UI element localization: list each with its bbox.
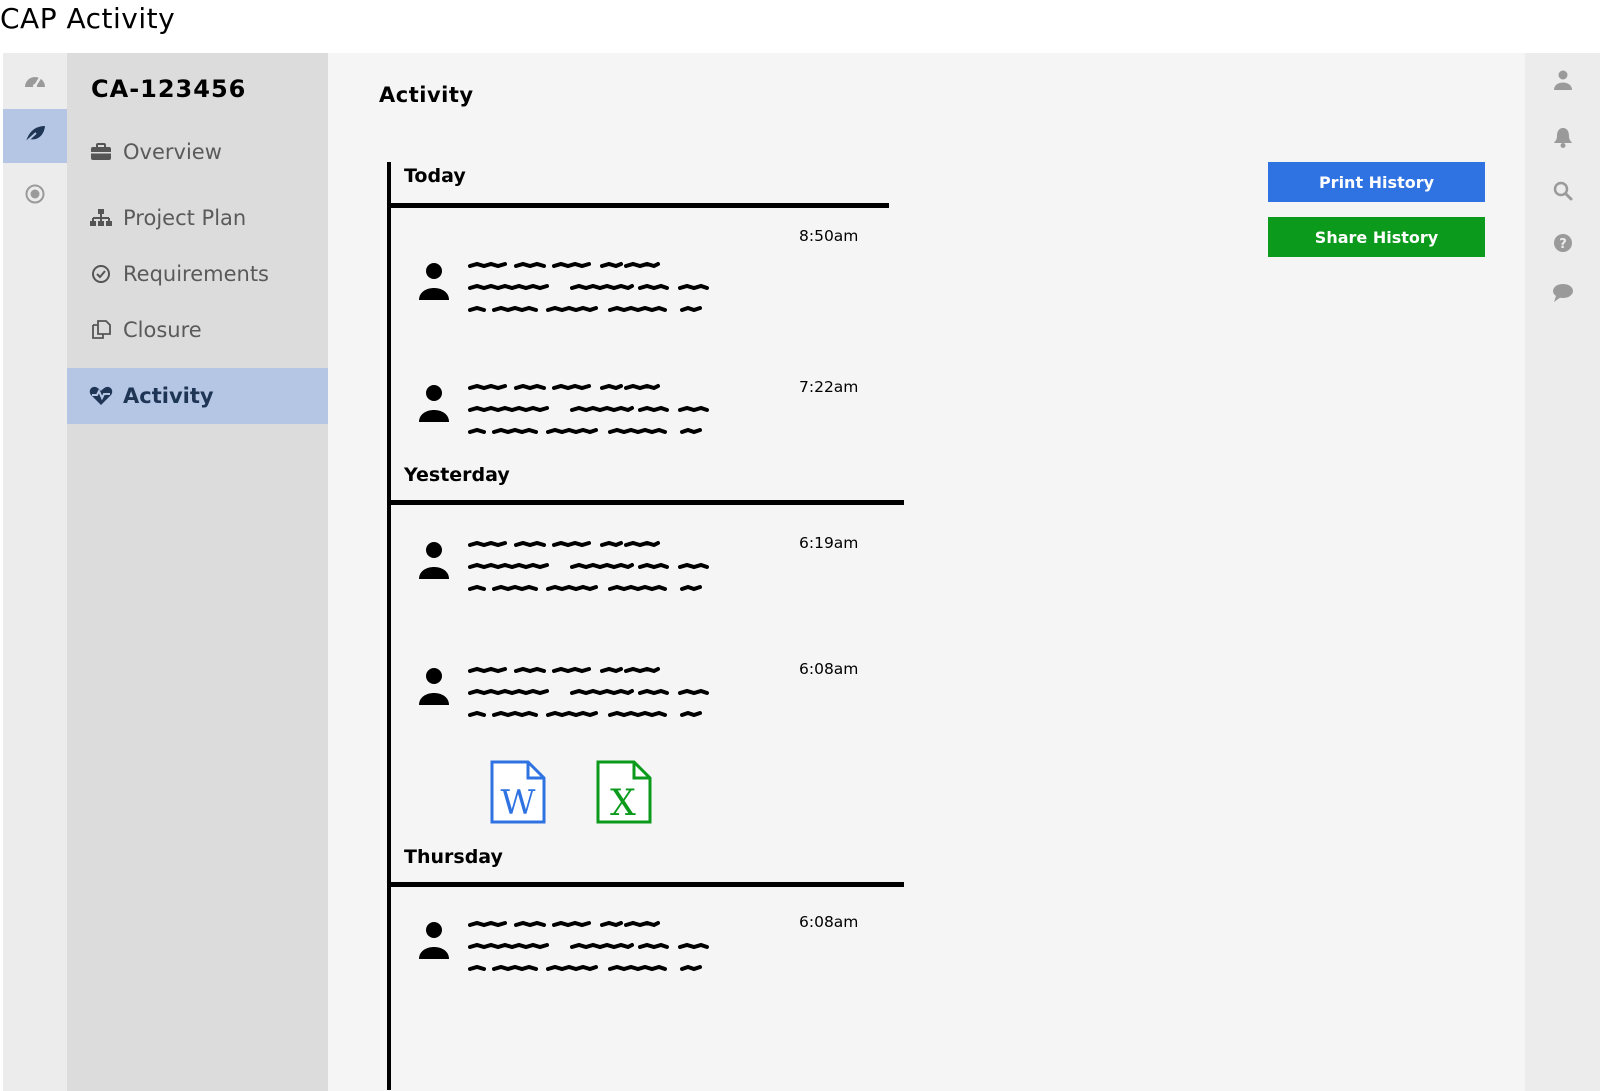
activity-description <box>468 541 709 591</box>
dashboard-icon <box>23 70 47 95</box>
day-label-thursday: Thursday <box>404 846 503 868</box>
activity-entry: 8:50am <box>418 227 888 342</box>
activity-description <box>468 667 709 717</box>
briefcase-icon <box>89 143 113 161</box>
copy-icon <box>89 320 113 340</box>
page-title: Activity <box>379 83 474 107</box>
svg-text:X: X <box>610 783 636 824</box>
nav-item-project-plan[interactable]: Project Plan <box>67 190 328 246</box>
excel-file-icon[interactable]: X <box>596 760 652 824</box>
activity-description <box>468 921 709 971</box>
help-icon[interactable]: ? <box>1525 233 1600 253</box>
sitemap-icon <box>89 209 113 227</box>
heartbeat-icon <box>89 386 113 406</box>
user-avatar-icon <box>419 922 449 959</box>
word-file-icon[interactable]: W <box>490 760 546 824</box>
activity-description <box>468 262 709 312</box>
user-avatar-icon <box>419 542 449 579</box>
activity-entry: 6:08am <box>418 913 888 1001</box>
rail-item-dashboard[interactable] <box>3 55 67 109</box>
nav-label-overview: Overview <box>123 140 222 164</box>
user-avatar-icon <box>419 263 449 300</box>
nav-item-closure[interactable]: Closure <box>67 302 328 358</box>
utility-rail: ? <box>1525 53 1600 1091</box>
bell-icon[interactable] <box>1525 126 1600 148</box>
day-divider <box>389 500 904 505</box>
print-history-button[interactable]: Print History <box>1268 162 1485 202</box>
activity-time: 6:08am <box>799 913 859 931</box>
user-icon[interactable] <box>1525 70 1600 90</box>
chat-icon[interactable] <box>1525 283 1600 303</box>
activity-time: 7:22am <box>799 378 859 396</box>
nav-label-closure: Closure <box>123 318 202 342</box>
activity-entry: 6:08am <box>418 660 888 747</box>
case-id: CA-123456 <box>91 75 247 103</box>
nav-item-overview[interactable]: Overview <box>67 124 328 180</box>
svg-text:?: ? <box>1559 237 1567 252</box>
activity-entry: 7:22am <box>418 378 888 464</box>
day-divider <box>389 882 904 887</box>
leaf-icon <box>23 124 47 149</box>
nav-item-requirements[interactable]: Requirements <box>67 246 328 302</box>
activity-time: 6:08am <box>799 660 859 678</box>
nav-item-activity[interactable]: Activity <box>67 368 328 424</box>
activity-entry: 6:19am <box>418 534 888 621</box>
rail-item-target[interactable] <box>3 169 67 223</box>
nav-label-project-plan: Project Plan <box>123 206 247 230</box>
user-avatar-icon <box>419 385 449 422</box>
activity-time: 8:50am <box>799 227 859 245</box>
icon-rail <box>3 53 67 1091</box>
project-nav: CA-123456 Overview Project Plan Requirem… <box>67 53 328 1091</box>
day-label-yesterday: Yesterday <box>404 464 510 486</box>
activity-time: 6:19am <box>799 534 859 552</box>
app-title: CAP Activity <box>0 2 176 35</box>
svg-text:W: W <box>501 783 536 823</box>
activity-description <box>468 384 709 434</box>
timeline-line <box>387 162 391 1090</box>
main-content: Activity Today 8:50am 7:22am Yesterday 6… <box>328 53 1525 1091</box>
day-divider <box>389 203 889 208</box>
check-circle-icon <box>89 264 113 284</box>
day-label-today: Today <box>404 165 466 187</box>
search-icon[interactable] <box>1525 181 1600 201</box>
nav-label-activity: Activity <box>123 384 214 408</box>
nav-label-requirements: Requirements <box>123 262 269 286</box>
share-history-button[interactable]: Share History <box>1268 217 1485 257</box>
rail-item-leaf[interactable] <box>3 109 67 163</box>
target-icon <box>25 184 45 209</box>
user-avatar-icon <box>419 668 449 705</box>
